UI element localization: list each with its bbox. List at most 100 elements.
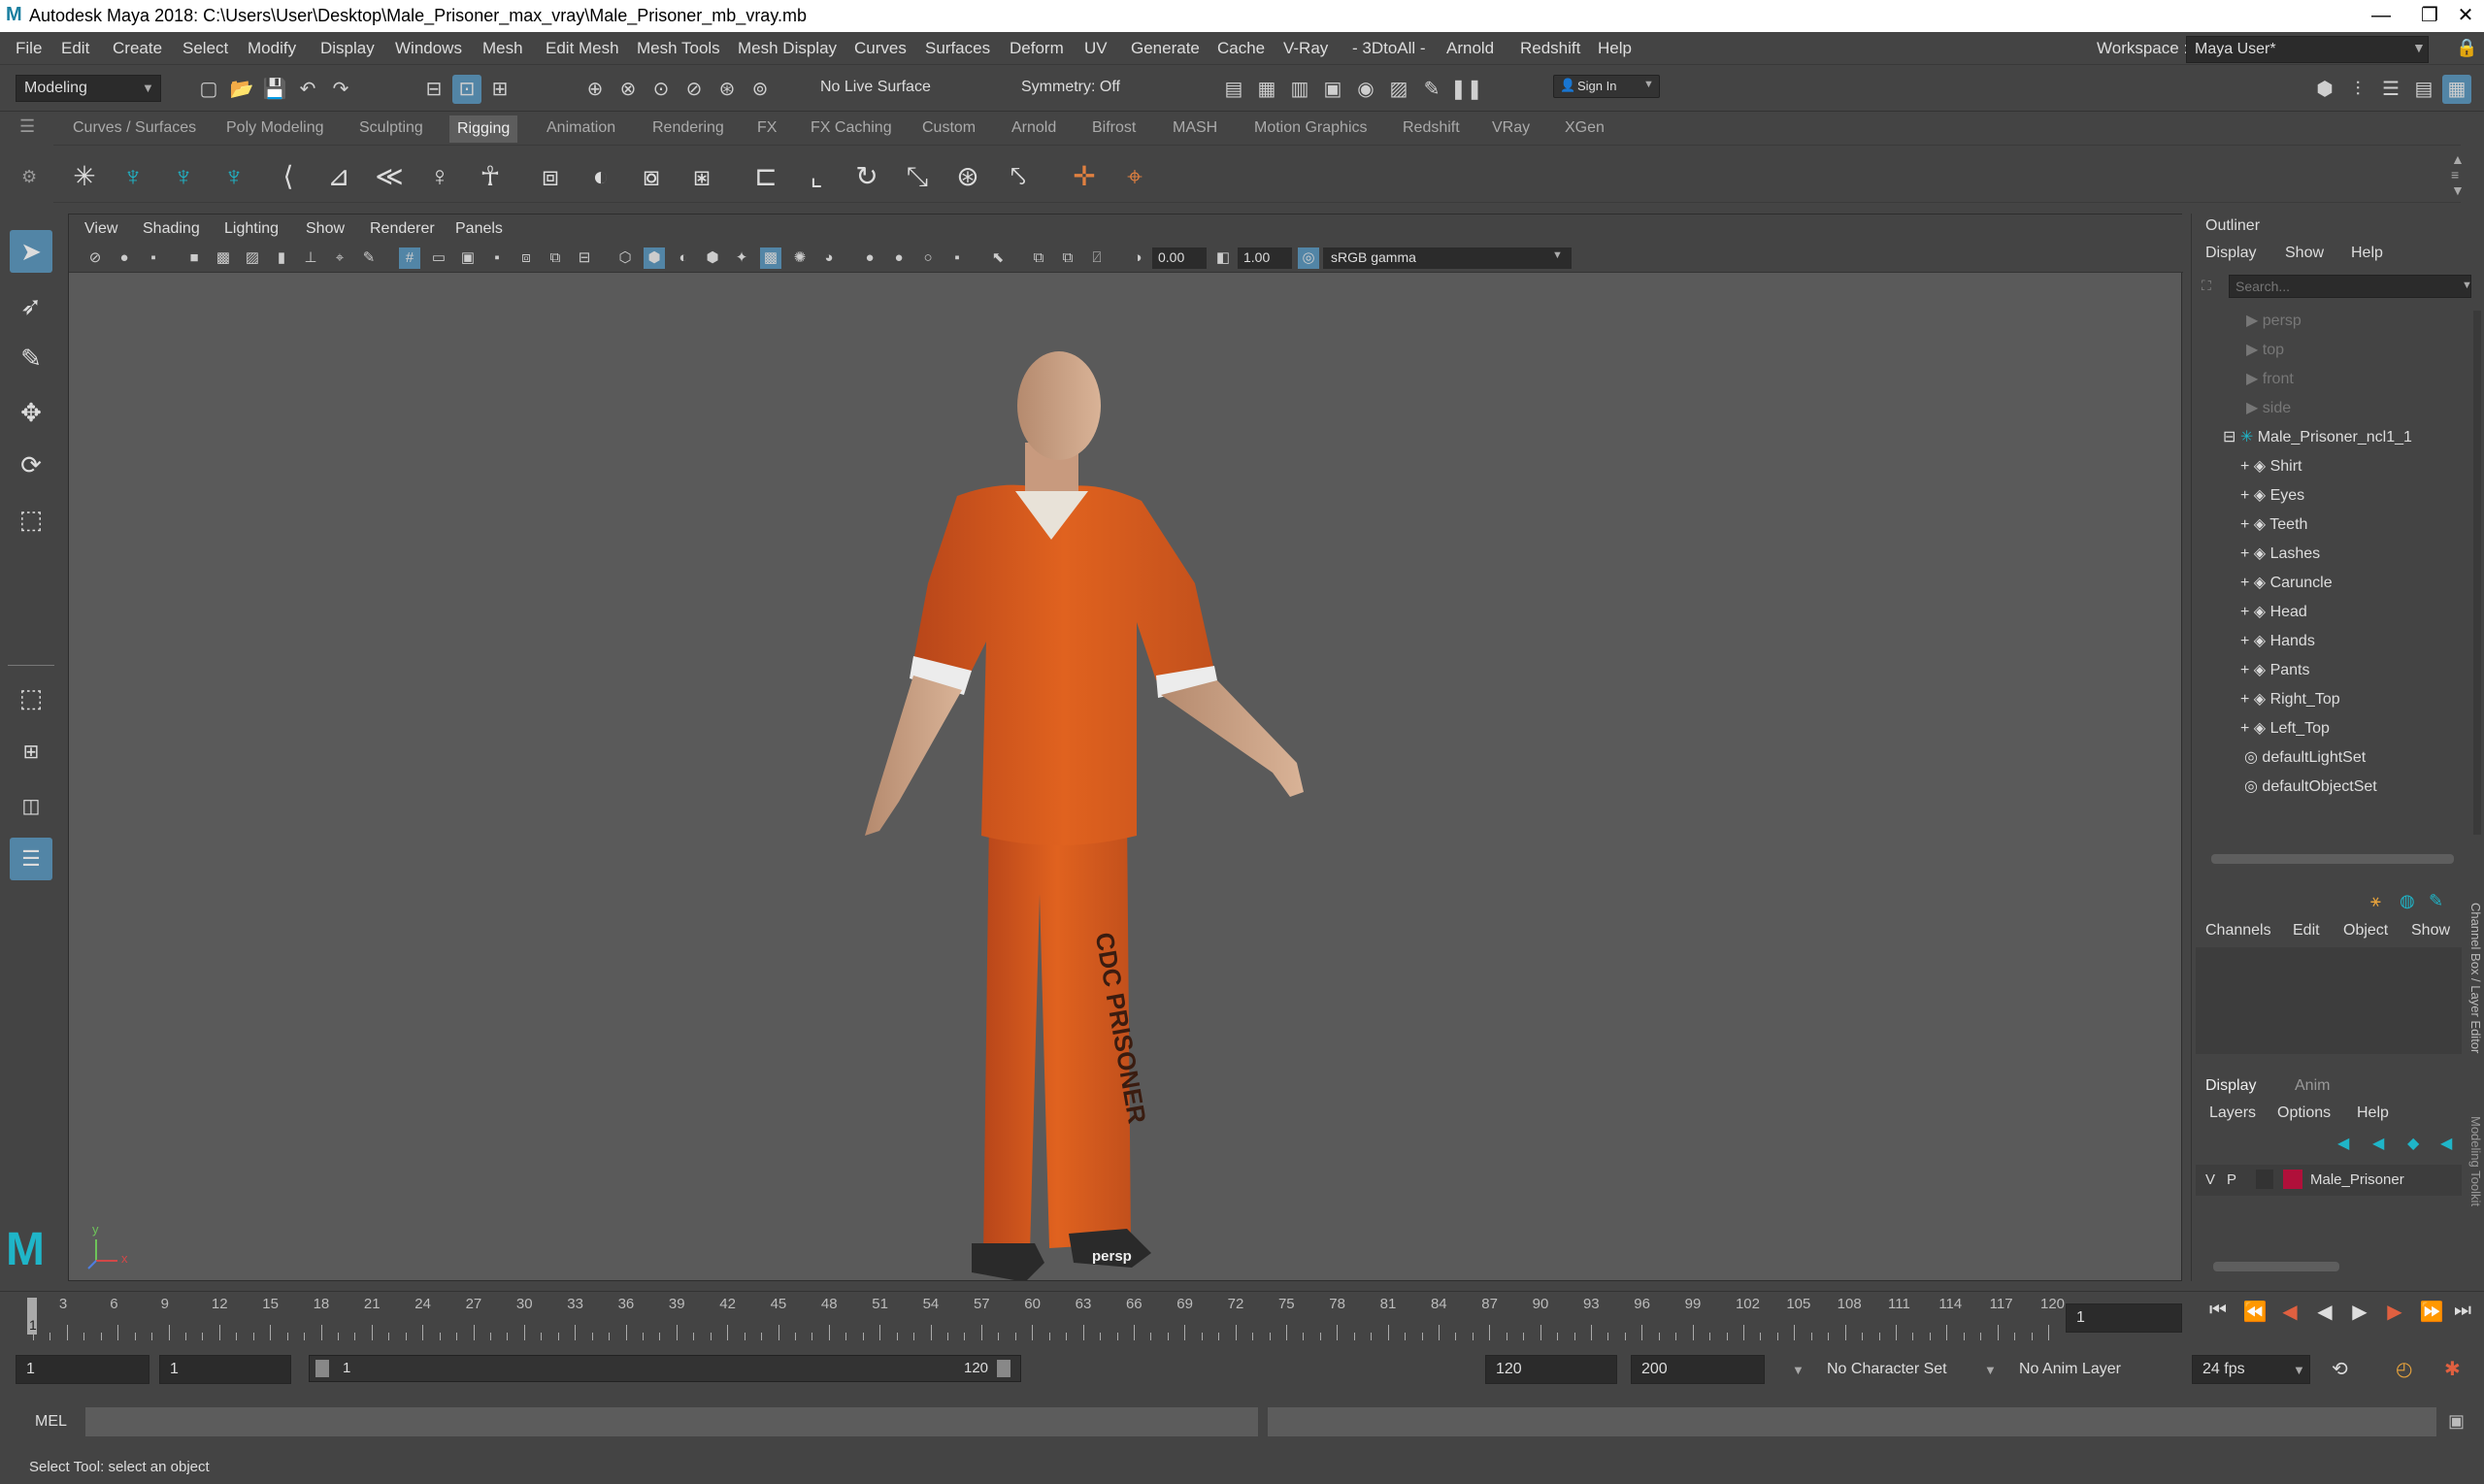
shelf-tab-fx-caching[interactable]: FX Caching bbox=[811, 119, 892, 137]
channel-box-icon[interactable]: ▤ bbox=[2409, 75, 2438, 104]
snap-curve-icon[interactable]: ⊗ bbox=[613, 75, 643, 104]
orient-joint-icon[interactable]: ≪ bbox=[370, 157, 409, 196]
outliner-item-top[interactable]: ▶ top bbox=[2246, 340, 2284, 367]
outliner-menu-help[interactable]: Help bbox=[2351, 245, 2383, 262]
shelf-tab-vray[interactable]: VRay bbox=[1492, 119, 1530, 137]
paint-weights-icon[interactable]: ◐ bbox=[581, 157, 620, 196]
outliner-item-caruncle[interactable]: + ◈ Caruncle bbox=[2240, 573, 2333, 600]
modeling-toolkit-side-tab[interactable]: Modeling Toolkit bbox=[2464, 1116, 2483, 1206]
go-to-start-icon[interactable]: ⏮ bbox=[2203, 1300, 2233, 1322]
menu-file[interactable]: File bbox=[16, 39, 42, 58]
wireframe-icon[interactable]: ⬡ bbox=[614, 247, 636, 269]
layer-tab-display[interactable]: Display bbox=[2205, 1077, 2256, 1095]
select-by-hierarchy-icon[interactable]: ⊟ bbox=[419, 75, 448, 104]
safe-action-icon[interactable]: ▪ bbox=[486, 247, 508, 269]
expand-icon[interactable]: + bbox=[2240, 575, 2249, 591]
shelf-tab-redshift[interactable]: Redshift bbox=[1403, 119, 1460, 137]
frame-all-icon[interactable]: ⧉ bbox=[1028, 247, 1049, 269]
range-start-handle[interactable] bbox=[315, 1360, 329, 1377]
vp-menu-panels[interactable]: Panels bbox=[455, 220, 503, 238]
layer-playback-toggle[interactable]: P bbox=[2227, 1171, 2236, 1188]
step-forward-frame-icon[interactable]: ▶ bbox=[2380, 1300, 2409, 1324]
outliner-search-input[interactable] bbox=[2229, 275, 2471, 298]
color-management-icon[interactable]: ◎ bbox=[1298, 247, 1319, 269]
color-space-dropdown[interactable]: sRGB gamma bbox=[1323, 247, 1572, 269]
layer-tab-anim[interactable]: Anim bbox=[2295, 1077, 2330, 1095]
menu-surfaces[interactable]: Surfaces bbox=[925, 39, 990, 58]
end-time-field[interactable]: 200 bbox=[1631, 1355, 1765, 1384]
hypershade-icon[interactable]: ◉ bbox=[1351, 75, 1380, 104]
field-chart-icon[interactable]: ▣ bbox=[457, 247, 479, 269]
exposure-field[interactable]: 0.00 bbox=[1152, 247, 1207, 269]
step-back-frame-icon[interactable]: ◀ bbox=[2275, 1300, 2304, 1324]
gamma-icon[interactable]: ◧ bbox=[1212, 247, 1234, 269]
layer-display-type[interactable] bbox=[2256, 1170, 2273, 1189]
channel-menu-edit[interactable]: Edit bbox=[2293, 922, 2320, 940]
insert-joint-icon[interactable]: ⟨ bbox=[269, 157, 308, 196]
open-scene-icon[interactable]: 📂 bbox=[227, 75, 256, 104]
range-slider[interactable]: 1 120 bbox=[309, 1355, 1021, 1382]
xray-icon[interactable]: ⊟ bbox=[574, 247, 595, 269]
add-locator-icon[interactable]: ⌖ bbox=[1115, 157, 1154, 196]
camera-icon[interactable]: ■ bbox=[183, 247, 205, 269]
expand-icon[interactable]: + bbox=[2240, 662, 2249, 678]
outliner-item-default-object-set[interactable]: ◎ defaultObjectSet bbox=[2244, 776, 2377, 804]
layer-move-up-icon[interactable]: ◀ bbox=[2337, 1134, 2349, 1153]
pause-icon[interactable]: ❚❚ bbox=[1450, 75, 1483, 104]
time-ruler[interactable]: 1 3 6 9 12 15 18 21 24 27 30 33 36 39 42 45 48 51 54 57 60 6… bbox=[19, 1292, 2065, 1340]
render-frame-icon[interactable]: ▦ bbox=[1252, 75, 1281, 104]
outliner-item-left-top[interactable]: + ◈ Left_Top bbox=[2240, 718, 2330, 745]
expand-icon[interactable]: + bbox=[2240, 458, 2249, 475]
current-frame-field[interactable]: 1 bbox=[2066, 1303, 2182, 1333]
outliner-item-pants[interactable]: + ◈ Pants bbox=[2240, 660, 2309, 687]
outliner-hscrollbar[interactable] bbox=[2211, 854, 2454, 864]
film-gate-icon[interactable]: ⌖ bbox=[329, 247, 350, 269]
outliner-item-front[interactable]: ▶ front bbox=[2246, 369, 2294, 396]
menu-curves[interactable]: Curves bbox=[854, 39, 907, 58]
layer-move-down-icon[interactable]: ◀ bbox=[2372, 1134, 2384, 1153]
shelf-tab-xgen[interactable]: XGen bbox=[1565, 119, 1605, 137]
textured-icon[interactable]: ⬢ bbox=[702, 247, 723, 269]
live-surface-label[interactable]: No Live Surface bbox=[820, 79, 931, 96]
pole-vector-icon[interactable]: ⤣ bbox=[999, 157, 1038, 196]
select-tool-icon[interactable]: ➤ bbox=[10, 230, 52, 273]
channel-box-axis-icon[interactable]: ⚹ bbox=[2370, 891, 2381, 911]
menu-modify[interactable]: Modify bbox=[248, 39, 296, 58]
playback-start-field[interactable]: 1 bbox=[159, 1355, 291, 1384]
new-scene-icon[interactable]: ▢ bbox=[194, 75, 223, 104]
vp-menu-lighting[interactable]: Lighting bbox=[224, 220, 279, 238]
menu-cache[interactable]: Cache bbox=[1217, 39, 1265, 58]
gate-mask-icon[interactable]: ▭ bbox=[428, 247, 449, 269]
scale-tool-icon[interactable]: ⬚ bbox=[10, 498, 52, 541]
lattice-icon[interactable]: ⧇ bbox=[632, 157, 671, 196]
save-scene-icon[interactable]: 💾 bbox=[260, 75, 289, 104]
vp-menu-shading[interactable]: Shading bbox=[143, 220, 200, 238]
menu-help[interactable]: Help bbox=[1598, 39, 1632, 58]
mode-dropdown[interactable]: Modeling bbox=[16, 75, 161, 102]
shelf-scroll-icon[interactable]: ▲ ≡ ▼ bbox=[2451, 151, 2465, 198]
depth-of-field-icon[interactable]: ● bbox=[888, 247, 910, 269]
menu-vray[interactable]: V-Ray bbox=[1283, 39, 1328, 58]
snap-surface-icon[interactable]: ⊛ bbox=[712, 75, 742, 104]
frame-selected-icon[interactable]: ⧉ bbox=[1057, 247, 1078, 269]
character-set-dropdown[interactable]: No Character Set bbox=[1827, 1361, 1947, 1378]
channel-box-side-tab[interactable]: Channel Box / Layer Editor bbox=[2464, 903, 2483, 1053]
light-editor-icon[interactable]: ✎ bbox=[1417, 75, 1446, 104]
shelf-settings-icon[interactable]: ⚙ bbox=[21, 167, 37, 187]
hud-icon[interactable]: ⧉ bbox=[545, 247, 566, 269]
viewport-persp[interactable]: View Shading Lighting Show Renderer Pane… bbox=[68, 214, 2183, 1281]
bookmark-icon[interactable]: ▪ bbox=[143, 247, 164, 269]
menu-deform[interactable]: Deform bbox=[1010, 39, 1064, 58]
image-plane-icon[interactable]: ▩ bbox=[213, 247, 234, 269]
render-setup-icon[interactable]: ▨ bbox=[1384, 75, 1413, 104]
anim-layer-dropdown[interactable]: No Anim Layer bbox=[2019, 1361, 2121, 1378]
play-backward-icon[interactable]: ◀ bbox=[2310, 1300, 2339, 1324]
expand-icon[interactable]: + bbox=[2240, 633, 2249, 649]
vp-menu-view[interactable]: View bbox=[84, 220, 117, 238]
vp-menu-show[interactable]: Show bbox=[306, 220, 345, 238]
layer-color-swatch[interactable] bbox=[2283, 1170, 2302, 1189]
four-view-layout-icon[interactable]: ⊞ bbox=[10, 731, 52, 774]
shelf-tab-motion-graphics[interactable]: Motion Graphics bbox=[1254, 119, 1368, 137]
layer-menu-options[interactable]: Options bbox=[2277, 1105, 2331, 1122]
menu-mesh-tools[interactable]: Mesh Tools bbox=[637, 39, 720, 58]
